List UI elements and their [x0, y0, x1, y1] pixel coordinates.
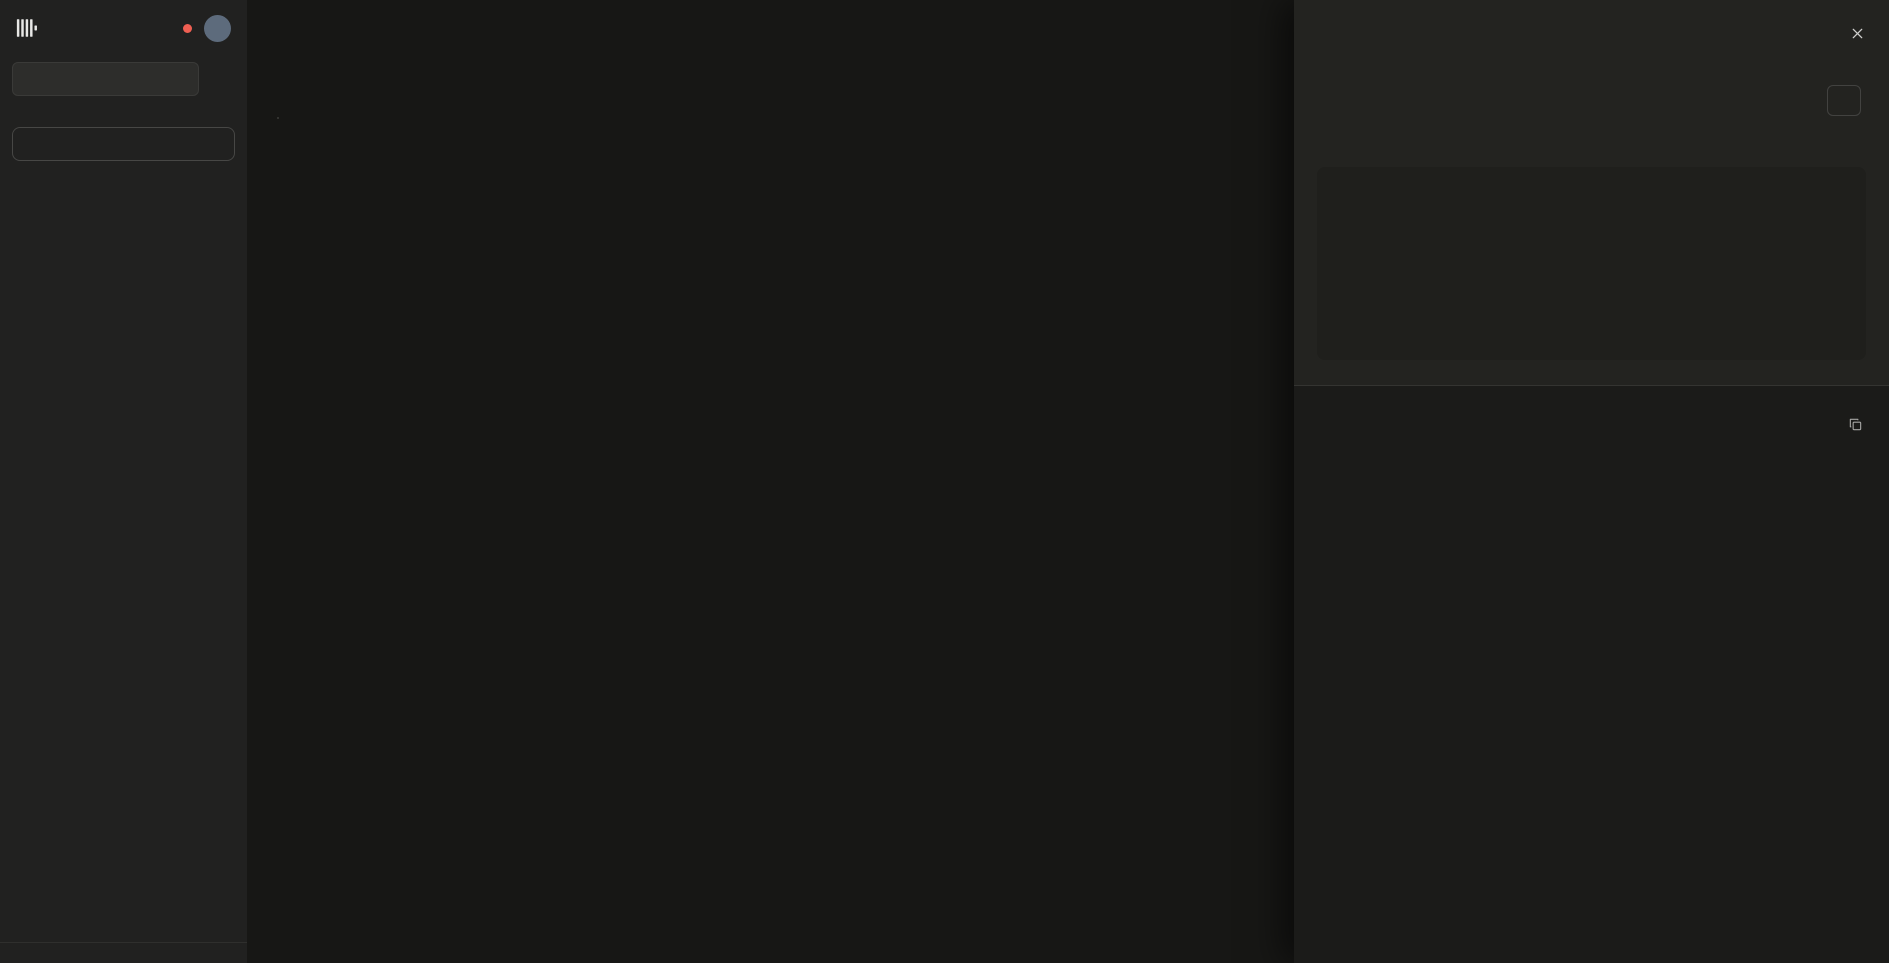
panel-header	[1294, 0, 1889, 44]
close-icon[interactable]	[1850, 26, 1865, 44]
query-info-tabs	[1294, 385, 1889, 386]
time-range-select[interactable]	[1827, 85, 1861, 116]
service-row	[12, 62, 235, 96]
latency-chart	[277, 98, 577, 248]
sidebar-bottom	[0, 867, 247, 963]
app-root	[0, 0, 1889, 963]
query-information-panel	[1294, 0, 1889, 963]
service-selector[interactable]	[12, 62, 199, 96]
time-range-row	[1294, 85, 1889, 116]
sidebar-header	[0, 12, 247, 44]
copy-icon[interactable]	[1848, 417, 1863, 435]
sidebar	[0, 0, 247, 963]
chart-view-tabs	[277, 117, 279, 119]
panel-top	[1294, 0, 1889, 385]
sidebar-footer	[0, 942, 247, 963]
connect-button[interactable]	[12, 127, 235, 161]
query-volume-chart	[1317, 167, 1617, 317]
clickhouse-logo-icon	[16, 17, 38, 39]
notification-dot	[183, 24, 192, 33]
query-volume-chart-card	[1317, 167, 1866, 360]
user-avatar[interactable]	[204, 15, 231, 42]
organization-selector[interactable]	[0, 876, 247, 910]
